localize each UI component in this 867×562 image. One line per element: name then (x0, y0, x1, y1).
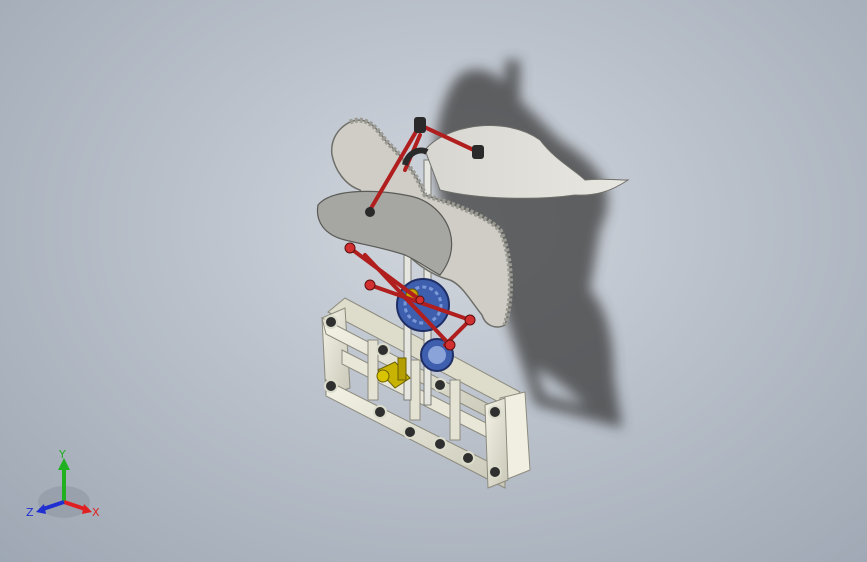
wing[interactable] (424, 125, 630, 199)
y-axis-label: Y (59, 448, 66, 461)
3d-viewport[interactable] (0, 0, 867, 562)
x-axis-label: X (92, 506, 100, 519)
coordinate-triad: Y X Z (22, 448, 112, 528)
z-axis-label: Z (26, 506, 34, 519)
